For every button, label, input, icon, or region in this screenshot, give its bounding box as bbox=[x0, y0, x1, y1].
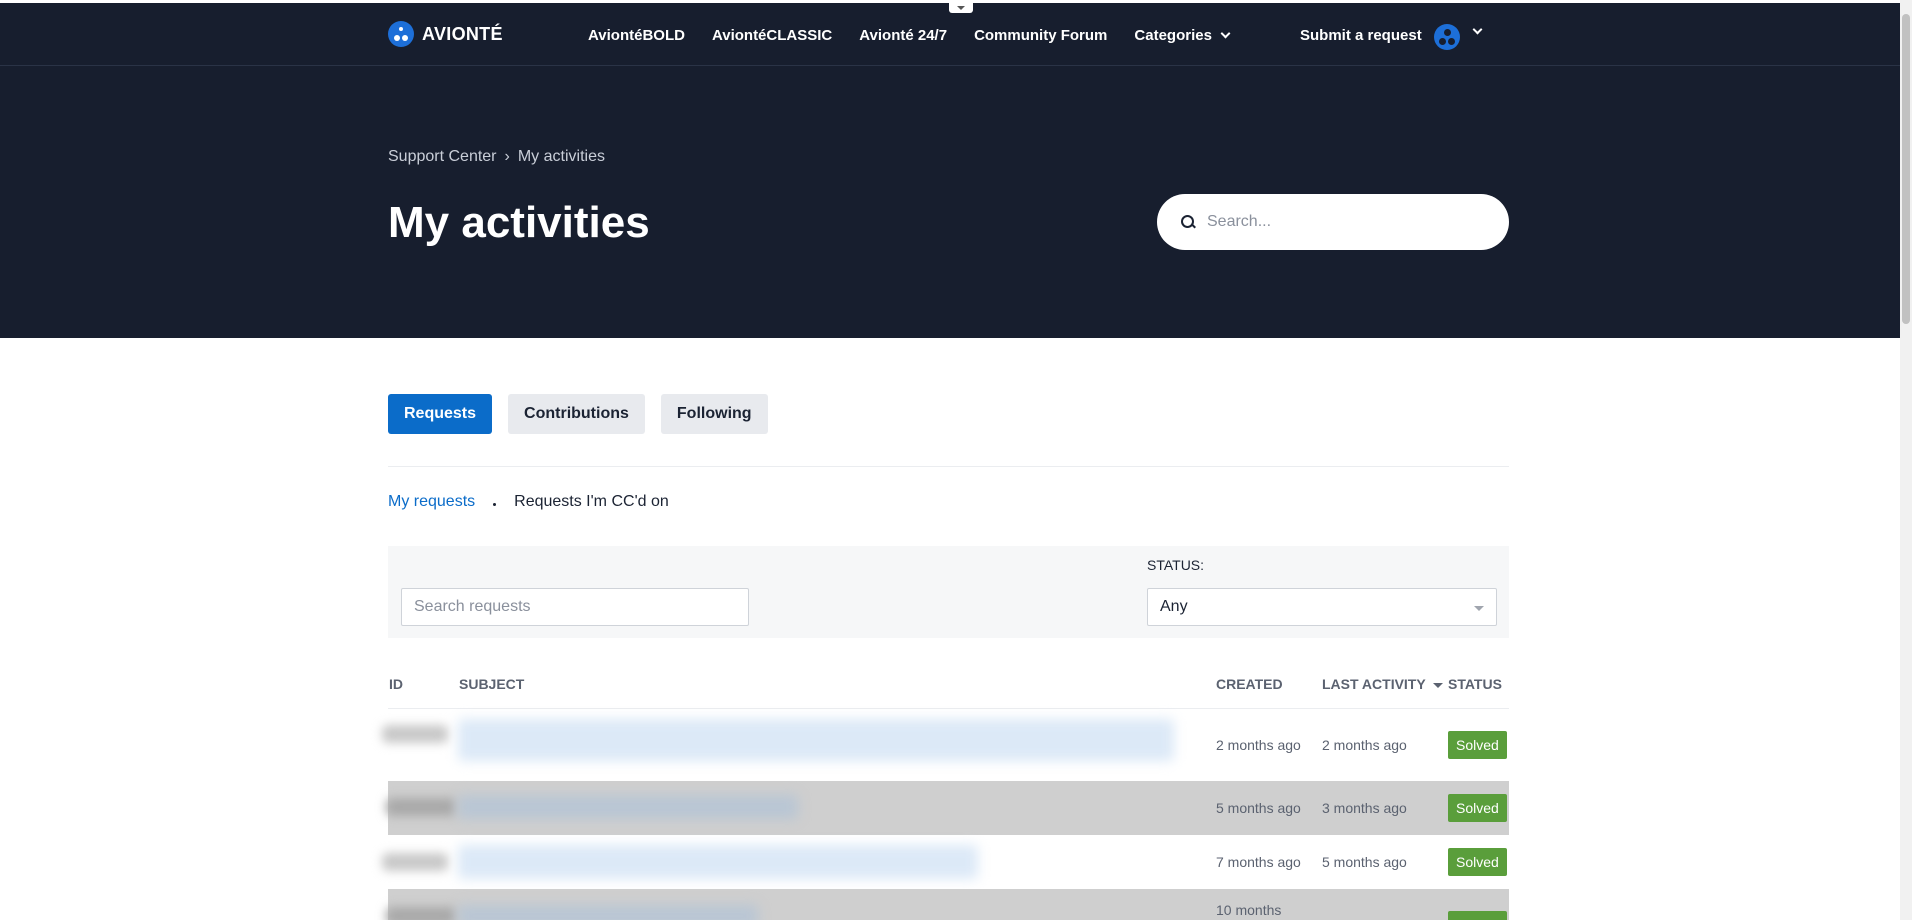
table-header: ID SUBJECT CREATED LAST ACTIVITY STATUS bbox=[388, 660, 1509, 709]
redacted-subject-link[interactable] bbox=[458, 719, 1174, 761]
column-last-activity-label: LAST ACTIVITY bbox=[1322, 676, 1426, 692]
nav-avionte-bold[interactable]: AviontéBOLD bbox=[588, 27, 685, 44]
cell-last-activity: 3 months ago bbox=[1322, 800, 1407, 816]
table-row[interactable]: 5 months ago 3 months ago Solved bbox=[386, 781, 1509, 835]
tab-requests[interactable]: Requests bbox=[388, 394, 493, 434]
subtab-my-requests[interactable]: My requests bbox=[388, 493, 475, 511]
column-id[interactable]: ID bbox=[389, 676, 403, 692]
breadcrumb-current: My activities bbox=[517, 148, 605, 165]
hero-search-input[interactable] bbox=[1207, 213, 1487, 231]
search-icon bbox=[1181, 215, 1195, 229]
status-badge: Solved bbox=[1448, 911, 1507, 920]
nav-avionte-classic[interactable]: AviontéCLASSIC bbox=[712, 27, 832, 44]
cell-last-activity: 2 months ago bbox=[1322, 737, 1407, 753]
redacted-id bbox=[386, 907, 456, 920]
tab-following[interactable]: Following bbox=[660, 394, 768, 434]
requests-table: ID SUBJECT CREATED LAST ACTIVITY STATUS … bbox=[382, 660, 1509, 920]
request-subtabs: My requests Requests I'm CC'd on bbox=[388, 493, 669, 511]
nav-avionte-247[interactable]: Avionté 24/7 bbox=[859, 27, 947, 44]
subtab-ccd-requests[interactable]: Requests I'm CC'd on bbox=[514, 493, 669, 511]
page-title: My activities bbox=[388, 198, 650, 247]
caret-down-icon bbox=[1474, 606, 1484, 611]
redacted-subject-link[interactable] bbox=[458, 905, 758, 920]
scrollbar-thumb[interactable] bbox=[1902, 14, 1910, 324]
nav-categories-dropdown[interactable]: Categories bbox=[1134, 27, 1231, 44]
column-status[interactable]: STATUS bbox=[1448, 676, 1502, 692]
table-row[interactable]: 7 months ago 5 months ago Solved bbox=[382, 835, 1509, 889]
avionte-logo-icon bbox=[388, 21, 414, 47]
tab-contributions[interactable]: Contributions bbox=[508, 394, 645, 434]
cell-created: 7 months ago bbox=[1216, 854, 1301, 870]
nav-categories-label: Categories bbox=[1134, 27, 1212, 44]
section-divider bbox=[388, 466, 1509, 467]
redacted-id bbox=[382, 853, 448, 871]
status-filter-select[interactable]: Any bbox=[1147, 588, 1497, 626]
submit-request-link[interactable]: Submit a request bbox=[1300, 27, 1422, 44]
column-last-activity[interactable]: LAST ACTIVITY bbox=[1322, 676, 1444, 692]
browser-dropdown-tab[interactable] bbox=[949, 3, 973, 13]
breadcrumb: Support Center › My activities bbox=[388, 148, 605, 166]
hero-banner bbox=[0, 66, 1900, 338]
brand-name: AVIONTÉ bbox=[422, 23, 503, 44]
status-badge: Solved bbox=[1448, 848, 1507, 876]
breadcrumb-separator: › bbox=[504, 148, 510, 165]
nav-community-forum[interactable]: Community Forum bbox=[974, 27, 1107, 44]
hero-search-box[interactable] bbox=[1157, 194, 1509, 250]
user-avatar[interactable] bbox=[1434, 24, 1460, 50]
chevron-down-icon bbox=[1220, 28, 1231, 39]
column-created[interactable]: CREATED bbox=[1216, 676, 1283, 692]
sort-descending-icon bbox=[1433, 682, 1444, 688]
brand-logo[interactable]: AVIONTÉ bbox=[388, 21, 503, 47]
chevron-down-icon[interactable] bbox=[1472, 24, 1483, 35]
status-filter-label: STATUS: bbox=[1147, 557, 1205, 573]
table-row[interactable]: 2 months ago 2 months ago Solved bbox=[382, 709, 1509, 781]
subtab-separator bbox=[493, 502, 497, 506]
redacted-id bbox=[382, 725, 448, 743]
status-badge: Solved bbox=[1448, 794, 1507, 822]
search-requests-input[interactable] bbox=[401, 588, 749, 626]
breadcrumb-support-center[interactable]: Support Center bbox=[388, 148, 497, 166]
main-nav: AviontéBOLD AviontéCLASSIC Avionté 24/7 … bbox=[588, 27, 1256, 44]
redacted-subject-link[interactable] bbox=[458, 845, 978, 879]
page-scrollbar[interactable] bbox=[1900, 0, 1912, 920]
request-filter-panel: STATUS: Any bbox=[388, 546, 1509, 638]
cell-created: 2 months ago bbox=[1216, 737, 1301, 753]
redacted-subject-link[interactable] bbox=[458, 795, 798, 819]
redacted-id bbox=[386, 798, 456, 816]
cell-created: 5 months ago bbox=[1216, 800, 1301, 816]
table-row[interactable]: 10 months Solved bbox=[386, 889, 1509, 920]
cell-created: 10 months bbox=[1216, 902, 1282, 918]
activity-tabs: Requests Contributions Following bbox=[388, 394, 768, 434]
cell-last-activity: 5 months ago bbox=[1322, 854, 1407, 870]
column-subject[interactable]: SUBJECT bbox=[459, 676, 524, 692]
status-filter-value: Any bbox=[1160, 598, 1188, 615]
status-badge: Solved bbox=[1448, 731, 1507, 759]
